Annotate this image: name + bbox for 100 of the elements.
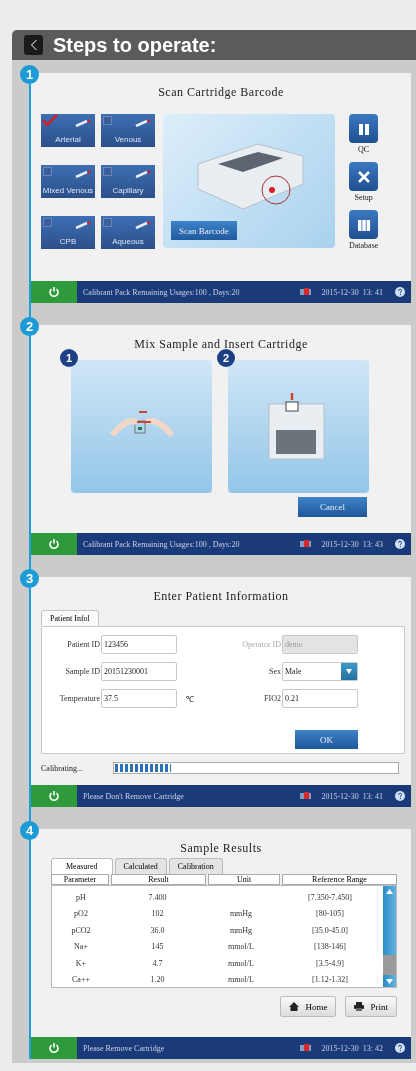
power-icon — [48, 286, 60, 298]
power-button[interactable] — [31, 785, 77, 807]
status-message: Calibrant Pack Remaining Usages:100 , Days:20 — [83, 287, 241, 297]
tab[interactable]: Patient Infol — [41, 610, 99, 626]
checkbox[interactable] — [103, 116, 112, 125]
scroll-down-icon[interactable] — [386, 979, 393, 984]
table-cell: 4.7 — [152, 958, 163, 968]
table-cell: mmHg — [229, 909, 253, 919]
table-cell: mmol/L — [228, 975, 254, 985]
field-label: Sample ID — [64, 667, 100, 676]
dropdown[interactable]: Male — [282, 662, 358, 681]
checkbox[interactable] — [103, 218, 112, 227]
syringe-icon — [135, 170, 151, 178]
screen-title: Mix Sample and Insert Cartridge — [133, 336, 309, 352]
screen-title: Sample Results — [179, 840, 263, 856]
status-message: Please Remove Cartridge — [83, 1043, 166, 1053]
scrollbar[interactable] — [383, 886, 396, 987]
sample-type-button[interactable]: Mixed Venous — [41, 165, 95, 198]
home-icon — [289, 1002, 300, 1011]
power-button[interactable] — [31, 533, 77, 555]
database-icon — [356, 217, 371, 232]
step-number: 3 — [20, 569, 39, 588]
step-number: 1 — [20, 65, 39, 84]
column-header: Parameter — [51, 874, 109, 885]
date-time: 2015-12-30 13: 41 — [321, 791, 383, 801]
date-time: 2015-12-30 13: 41 — [321, 287, 383, 297]
ok-button[interactable]: OK — [295, 730, 358, 749]
cancel-button[interactable]: Cancel — [298, 497, 367, 517]
date-time: 2015-12-30 13: 42 — [321, 1043, 383, 1053]
field-label: Operator ID — [241, 640, 281, 649]
input-field[interactable]: 37.5 — [101, 689, 177, 708]
sample-type-button[interactable]: CPB — [41, 216, 95, 249]
checkbox[interactable] — [43, 218, 52, 227]
checkbox[interactable] — [42, 114, 58, 126]
step-number: 4 — [20, 821, 39, 840]
sample-type-button[interactable]: Capillary — [101, 165, 155, 198]
scroll-up-icon[interactable] — [386, 889, 393, 894]
help-icon[interactable] — [395, 287, 405, 297]
date-time: 2015-12-30 13: 43 — [321, 539, 383, 549]
power-button[interactable] — [31, 281, 77, 303]
table-cell: 102 — [151, 909, 164, 919]
tab[interactable]: Measured — [51, 858, 113, 874]
table-cell: [35.0-45.0] — [312, 925, 348, 935]
panel-number: 1 — [60, 349, 78, 367]
syringe-icon — [75, 170, 91, 178]
help-icon[interactable] — [395, 1043, 405, 1053]
power-button[interactable] — [31, 1037, 77, 1059]
table-cell: [7.350-7.450] — [308, 892, 352, 902]
help-icon[interactable] — [395, 791, 405, 801]
screen-title: Scan Cartridge Barcode — [157, 84, 285, 100]
table-cell: Na+ — [74, 942, 88, 952]
input-field[interactable]: 123456 — [101, 635, 177, 654]
tab[interactable]: Calculated — [114, 858, 167, 874]
action-button[interactable]: Home — [280, 996, 337, 1017]
column-header: Result — [111, 874, 206, 885]
table-cell: Ca++ — [72, 975, 90, 985]
field-label: Temperature — [58, 694, 100, 703]
status-message: Calibrant Pack Remaining Usages:100 , Days:20 — [83, 539, 241, 549]
tab[interactable]: Calibration — [168, 858, 223, 874]
power-icon — [48, 1042, 60, 1054]
screen-title: Enter Patient Information — [152, 588, 290, 604]
input-field[interactable]: 20151230001 — [101, 662, 177, 681]
step-number: 2 — [20, 317, 39, 336]
action-button[interactable]: Print — [345, 996, 397, 1017]
power-icon — [48, 790, 60, 802]
check-icon — [42, 114, 58, 126]
sample-type-button[interactable]: Venous — [101, 114, 155, 147]
panel-number: 2 — [217, 349, 235, 367]
syringe-icon — [135, 221, 151, 229]
sample-type-button[interactable]: Arterial — [41, 114, 95, 147]
back-icon — [29, 39, 38, 51]
input-field[interactable]: 0.21 — [282, 689, 358, 708]
table-cell: pH — [76, 892, 86, 902]
checkbox[interactable] — [43, 167, 52, 176]
syringe-icon — [75, 221, 91, 229]
help-icon[interactable] — [395, 539, 405, 549]
syringe-icon — [75, 119, 91, 127]
table-cell: [138-146] — [314, 942, 346, 952]
table-cell: mmol/L — [228, 942, 254, 952]
unit-label: ℃ — [186, 694, 194, 704]
vials-icon — [356, 121, 371, 136]
table-cell: 1.20 — [150, 975, 165, 985]
table-cell: pO2 — [74, 909, 88, 919]
table-cell: K+ — [75, 958, 87, 968]
checkbox[interactable] — [103, 167, 112, 176]
progress-label: Calibrating... — [41, 763, 84, 773]
column-header: Reference Range — [282, 874, 397, 885]
table-cell: 36.0 — [150, 925, 165, 935]
field-label: FIO2 — [263, 694, 281, 703]
syringe-icon — [135, 119, 151, 127]
scrollbar-thumb[interactable] — [383, 955, 396, 975]
caret-icon — [346, 669, 352, 674]
field-label: Patient ID — [66, 640, 100, 649]
table-cell: 145 — [151, 942, 164, 952]
back-button[interactable] — [24, 35, 43, 55]
scan-barcode-button[interactable]: Scan Barcode — [171, 221, 237, 240]
status-message: Please Don't Remove Cartridge — [83, 791, 185, 801]
table-cell: [80-105] — [316, 909, 344, 919]
field-label: Sex — [268, 667, 281, 676]
sample-type-button[interactable]: Aqueous — [101, 216, 155, 249]
